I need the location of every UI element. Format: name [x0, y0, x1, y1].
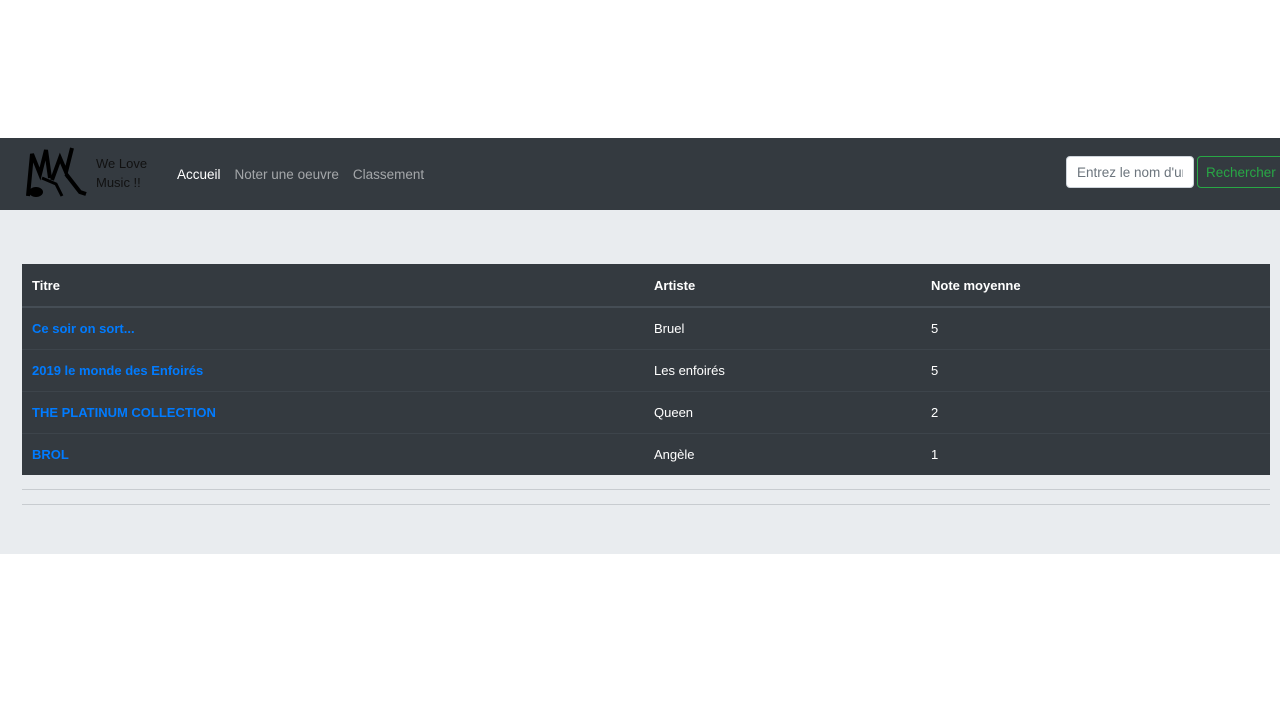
rating-cell: 5	[921, 349, 1270, 392]
nav-item-noter-une-oeuvre[interactable]: Noter une oeuvre	[235, 167, 339, 182]
navbar: We Love Music !! Accueil Noter une oeuvr…	[0, 138, 1280, 210]
divider	[22, 504, 1270, 505]
divider	[22, 489, 1270, 490]
search-button[interactable]: Rechercher	[1197, 156, 1280, 188]
ratings-table: Titre Artiste Note moyenne Ce soir on so…	[22, 264, 1270, 475]
ratings-table-wrapper: Titre Artiste Note moyenne Ce soir on so…	[22, 264, 1270, 475]
artist-cell: Angèle	[644, 433, 921, 475]
brand-name: We Love Music !!	[96, 154, 156, 192]
title-cell: Ce soir on sort...	[22, 307, 644, 350]
music-logo-icon	[22, 144, 88, 204]
artist-cell: Les enfoirés	[644, 349, 921, 392]
table-row: 2019 le monde des Enfoirés Les enfoirés …	[22, 349, 1270, 392]
artist-cell: Queen	[644, 391, 921, 434]
header-titre: Titre	[22, 264, 644, 308]
title-link[interactable]: Ce soir on sort...	[32, 321, 135, 336]
rating-cell: 2	[921, 391, 1270, 434]
title-link[interactable]: THE PLATINUM COLLECTION	[32, 405, 216, 420]
table-row: BROL Angèle 1	[22, 433, 1270, 475]
brand[interactable]: We Love Music !!	[22, 144, 147, 204]
nav-links: Accueil Noter une oeuvre Classement	[177, 138, 424, 210]
nav-item-accueil[interactable]: Accueil	[177, 167, 221, 182]
search-input[interactable]	[1066, 156, 1194, 188]
title-link[interactable]: BROL	[32, 447, 69, 462]
title-link[interactable]: 2019 le monde des Enfoirés	[32, 363, 203, 378]
brand-line-1: We Love	[96, 156, 148, 171]
artist-cell: Bruel	[654, 321, 685, 336]
title-cell: 2019 le monde des Enfoirés	[22, 349, 644, 392]
table-row: Ce soir on sort... Bruel 5	[22, 307, 1270, 350]
table-header-row: Titre Artiste Note moyenne	[22, 264, 1270, 308]
brand-line-2: Music !!	[96, 175, 141, 190]
title-cell: THE PLATINUM COLLECTION	[22, 391, 644, 434]
rating-cell: 5	[931, 321, 939, 336]
title-cell: BROL	[22, 433, 644, 475]
rating-cell: 1	[921, 433, 1270, 475]
header-note-moyenne: Note moyenne	[921, 264, 1270, 308]
main-content: Titre Artiste Note moyenne Ce soir on so…	[0, 210, 1280, 554]
nav-item-classement[interactable]: Classement	[353, 167, 424, 182]
header-artiste: Artiste	[644, 264, 921, 308]
table-row: THE PLATINUM COLLECTION Queen 2	[22, 391, 1270, 434]
